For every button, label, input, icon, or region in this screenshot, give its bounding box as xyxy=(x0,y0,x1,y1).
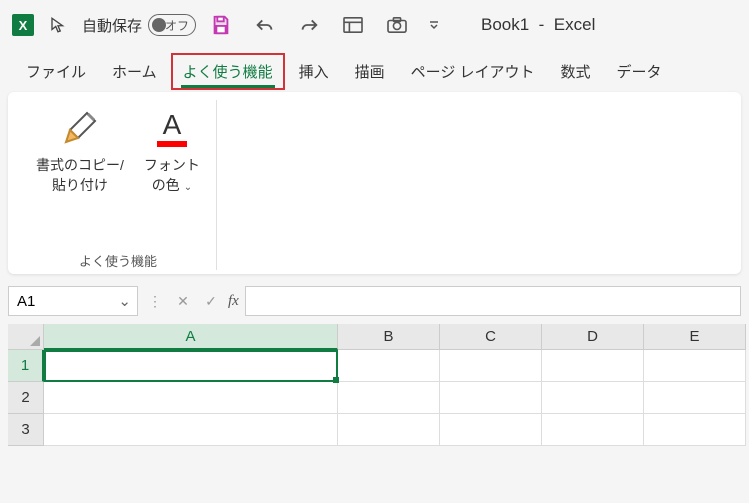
select-all-corner[interactable] xyxy=(8,324,44,350)
autosave-label: 自動保存 xyxy=(82,15,142,36)
cell-e2[interactable] xyxy=(644,382,746,414)
svg-text:A: A xyxy=(163,109,182,140)
spreadsheet-grid: A B C D E 1 2 3 xyxy=(8,324,749,446)
tab-insert[interactable]: 挿入 xyxy=(287,53,341,90)
paintbrush-icon xyxy=(56,104,104,152)
format-painter-label: 書式のコピー/貼り付け xyxy=(36,156,124,195)
window-title: Book1 - Excel xyxy=(481,15,595,35)
col-header-b[interactable]: B xyxy=(338,324,440,350)
toggle-switch[interactable]: オフ xyxy=(148,14,196,36)
tab-formulas[interactable]: 数式 xyxy=(549,53,603,90)
row-header-1[interactable]: 1 xyxy=(8,350,44,382)
fx-icon[interactable]: fx xyxy=(228,293,239,310)
cell-a1[interactable] xyxy=(44,350,338,382)
toggle-state: オフ xyxy=(165,17,189,34)
tab-file[interactable]: ファイル xyxy=(14,53,98,90)
ribbon-group-frequent: 書式のコピー/貼り付け A フォントの色⌄ よく使う機能 xyxy=(20,100,217,270)
excel-app-icon xyxy=(12,14,34,36)
row-header-2[interactable]: 2 xyxy=(8,382,44,414)
cell-e3[interactable] xyxy=(644,414,746,446)
ribbon-group-label: よく使う機能 xyxy=(79,245,157,270)
cell-c1[interactable] xyxy=(440,350,542,382)
tab-home[interactable]: ホーム xyxy=(100,53,169,90)
undo-button[interactable] xyxy=(249,9,281,41)
font-color-label: フォントの色⌄ xyxy=(144,156,200,195)
format-painter-button[interactable]: 書式のコピー/貼り付け xyxy=(28,100,132,199)
cell-b1[interactable] xyxy=(338,350,440,382)
more-icon[interactable]: ⋮ xyxy=(144,290,166,312)
cell-b2[interactable] xyxy=(338,382,440,414)
cell-d3[interactable] xyxy=(542,414,644,446)
name-box[interactable]: A1 ⌄ xyxy=(8,286,138,316)
cell-a2[interactable] xyxy=(44,382,338,414)
camera-icon[interactable] xyxy=(381,9,413,41)
autosave-toggle[interactable]: 自動保存 オフ xyxy=(82,14,196,36)
ribbon-tabs: ファイル ホーム よく使う機能 挿入 描画 ページ レイアウト 数式 データ xyxy=(0,50,749,92)
col-header-d[interactable]: D xyxy=(542,324,644,350)
cell-c3[interactable] xyxy=(440,414,542,446)
font-color-button[interactable]: A フォントの色⌄ xyxy=(136,100,208,199)
form-icon[interactable] xyxy=(337,9,369,41)
qat-customize-chevron[interactable] xyxy=(418,9,450,41)
cancel-icon[interactable]: ✕ xyxy=(172,290,194,312)
cursor-icon xyxy=(48,15,68,35)
name-box-value: A1 xyxy=(17,293,35,310)
enter-icon[interactable]: ✓ xyxy=(200,290,222,312)
row-header-3[interactable]: 3 xyxy=(8,414,44,446)
redo-button[interactable] xyxy=(293,9,325,41)
tab-page-layout[interactable]: ページ レイアウト xyxy=(399,53,547,90)
ribbon: 書式のコピー/貼り付け A フォントの色⌄ よく使う機能 xyxy=(8,92,741,274)
tab-draw[interactable]: 描画 xyxy=(343,53,397,90)
cell-e1[interactable] xyxy=(644,350,746,382)
font-color-icon: A xyxy=(148,104,196,152)
toggle-knob xyxy=(152,18,166,32)
col-header-e[interactable]: E xyxy=(644,324,746,350)
col-header-a[interactable]: A xyxy=(44,324,338,350)
cell-c2[interactable] xyxy=(440,382,542,414)
cell-b3[interactable] xyxy=(338,414,440,446)
cell-d2[interactable] xyxy=(542,382,644,414)
formula-input[interactable] xyxy=(245,286,741,316)
tab-data[interactable]: データ xyxy=(605,53,674,90)
chevron-down-icon: ⌄ xyxy=(184,182,192,193)
tab-frequent[interactable]: よく使う機能 xyxy=(171,53,285,90)
cell-a3[interactable] xyxy=(44,414,338,446)
save-button[interactable] xyxy=(205,9,237,41)
chevron-down-icon[interactable]: ⌄ xyxy=(118,292,131,310)
col-header-c[interactable]: C xyxy=(440,324,542,350)
cell-d1[interactable] xyxy=(542,350,644,382)
